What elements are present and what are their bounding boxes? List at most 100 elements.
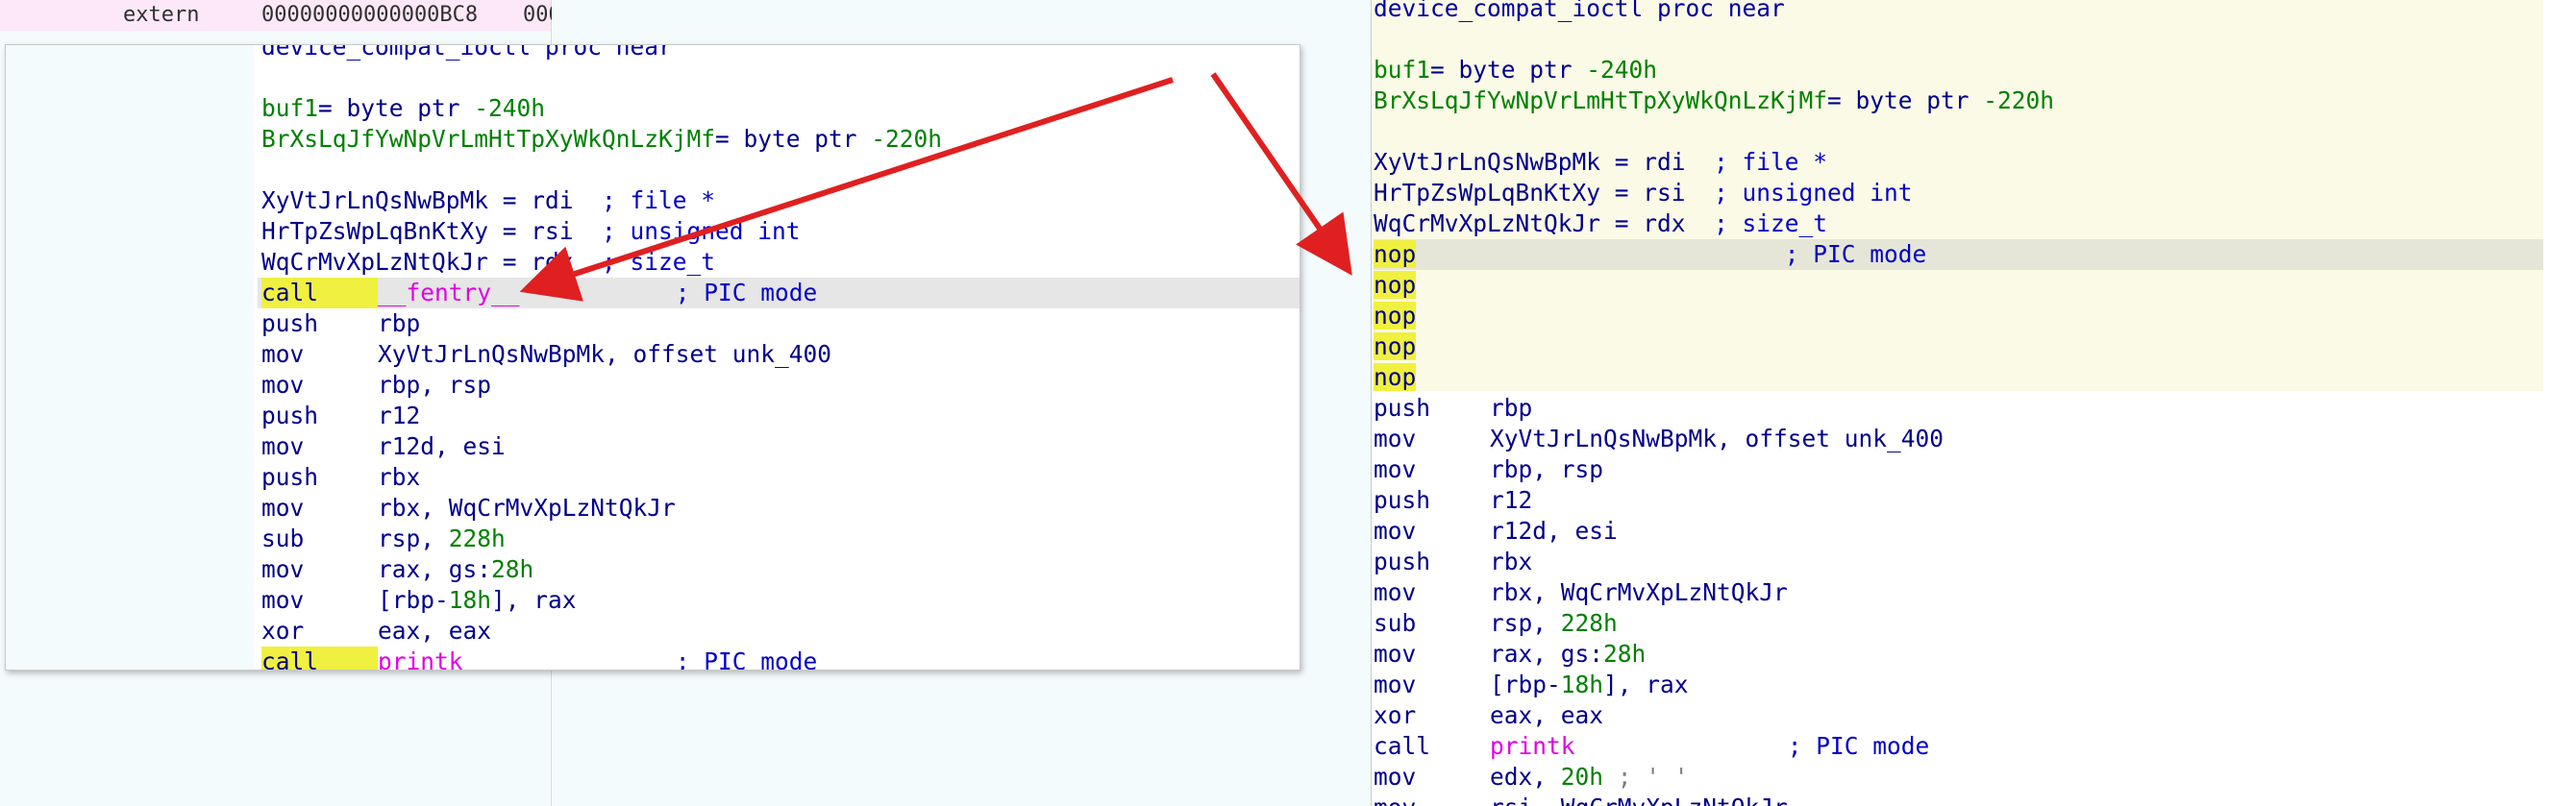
mnemonic: mov <box>1374 517 1417 545</box>
code-line[interactable]: mov rbx, WqCrMvXpLzNtQkJr <box>1374 577 2543 608</box>
code-line[interactable]: HrTpZsWpLqBnKtXy = rsi ; unsigned int <box>258 216 1300 247</box>
mnemonic: mov <box>1374 671 1417 698</box>
operand: rsp, <box>1490 609 1561 637</box>
mnemonic: mov <box>1374 455 1417 483</box>
code-line[interactable]: call __fentry__ ; PIC mode <box>258 278 1300 308</box>
operand: rbp <box>1490 394 1533 422</box>
code-line[interactable]: sub rsp, 228h <box>1374 608 2543 639</box>
mnemonic: xor <box>261 617 305 645</box>
code-line[interactable]: xor eax, eax <box>1374 700 2543 731</box>
operand: XyVtJrLnQsNwBpMk, offset unk_400 <box>1490 425 1944 452</box>
mnemonic: push <box>1374 548 1431 575</box>
code-line[interactable]: XyVtJrLnQsNwBpMk = rdi ; file * <box>1374 147 2543 178</box>
operand-tail: ], rax <box>491 586 577 614</box>
register-alias: HrTpZsWpLqBnKtXy = rsi <box>261 217 574 245</box>
mnemonic: mov <box>1374 640 1417 668</box>
code-line[interactable]: WqCrMvXpLzNtQkJr = rdx ; size_t <box>258 247 1300 278</box>
var-type: = byte ptr <box>1430 56 1587 84</box>
operand: rbx <box>378 463 421 491</box>
operand-number: 20h <box>1560 763 1604 791</box>
extern-kind: extern <box>123 3 200 27</box>
operand: [rbp- <box>378 586 449 614</box>
mnemonic: nop <box>1374 363 1417 391</box>
var-offset: -240h <box>474 94 546 122</box>
code-line[interactable]: device_compat_ioctl proc near <box>1374 0 2543 24</box>
var-name: buf1 <box>261 94 319 122</box>
code-line[interactable]: push rbp <box>1374 393 2543 424</box>
code-line[interactable]: xor eax, eax <box>258 616 1300 647</box>
var-offset: -240h <box>1586 56 1658 84</box>
code-line[interactable] <box>258 62 1300 93</box>
instruction-comment: ; PIC mode <box>675 647 818 671</box>
mnemonic: mov <box>1374 763 1417 791</box>
mnemonic: nop <box>1374 240 1417 268</box>
mnemonic: nop <box>1374 271 1417 299</box>
register-comment: ; unsigned int <box>1714 179 1913 207</box>
mnemonic: mov <box>261 371 305 399</box>
code-line[interactable]: buf1= byte ptr -240h <box>1374 55 2543 85</box>
code-line[interactable]: mov edx, 20h ; ' ' <box>1374 762 2543 793</box>
instruction-comment: ; PIC mode <box>1787 732 1930 760</box>
code-line[interactable]: push rbx <box>258 462 1300 493</box>
code-line[interactable]: WqCrMvXpLzNtQkJr = rdx ; size_t <box>1374 208 2543 239</box>
code-line[interactable]: call printk ; PIC mode <box>258 647 1300 671</box>
extern-row[interactable]: extern 00000000000000BC8 000 <box>0 0 561 31</box>
original-disassembly-popup[interactable]: device_compat_ioctl proc near buf1= byte… <box>5 44 1300 671</box>
code-line[interactable]: push rbx <box>1374 547 2543 577</box>
code-line[interactable]: nop <box>1374 331 2543 362</box>
code-line[interactable]: BrXsLqJfYwNpVrLmHtTpXyWkQnLzKjMf= byte p… <box>258 124 1300 155</box>
instruction-comment: ; PIC mode <box>675 279 818 306</box>
code-line[interactable]: mov XyVtJrLnQsNwBpMk, offset unk_400 <box>1374 424 2543 454</box>
operand: r12 <box>378 402 421 429</box>
code-line[interactable]: mov rax, gs:28h <box>258 554 1300 585</box>
code-line[interactable]: push r12 <box>1374 485 2543 516</box>
operand: rsi, WqCrMvXpLzNtQkJr <box>1490 794 1788 806</box>
register-comment: ; file * <box>1714 148 1828 176</box>
register-comment: ; unsigned int <box>602 217 801 245</box>
code-line[interactable]: mov rax, gs:28h <box>1374 639 2543 670</box>
code-line[interactable]: nop <box>1374 362 2543 393</box>
code-line[interactable]: call printk ; PIC mode <box>1374 731 2543 762</box>
mnemonic: mov <box>1374 793 1490 806</box>
operand: edx, <box>1490 763 1561 791</box>
mnemonic: push <box>261 309 319 337</box>
mnemonic: push <box>1374 394 1431 422</box>
operand: rbp <box>378 309 421 337</box>
called-function: __fentry__ <box>378 279 520 306</box>
code-line[interactable]: nop ; PIC mode <box>1374 239 2543 270</box>
operand: r12 <box>1490 486 1533 514</box>
called-function: printk <box>1490 732 1575 760</box>
register-alias: WqCrMvXpLzNtQkJr = rdx <box>261 248 574 276</box>
original-code-listing[interactable]: device_compat_ioctl proc near buf1= byte… <box>258 45 1300 671</box>
operand-number: 228h <box>448 525 506 552</box>
code-line[interactable]: push r12 <box>258 401 1300 431</box>
mnemonic: mov <box>261 432 305 460</box>
patched-disassembly-view[interactable]: device_compat_ioctl proc near buf1= byte… <box>1371 0 2576 806</box>
code-line[interactable] <box>1374 116 2543 147</box>
code-line[interactable]: mov r12d, esi <box>1374 516 2543 547</box>
operand: [rbp- <box>1490 671 1561 698</box>
code-line[interactable]: sub rsp, 228h <box>258 524 1300 554</box>
code-line[interactable]: nop <box>1374 301 2543 331</box>
code-line[interactable]: mov XyVtJrLnQsNwBpMk, offset unk_400 <box>258 339 1300 370</box>
code-line[interactable]: device_compat_ioctl proc near <box>258 45 1300 62</box>
code-line[interactable]: mov r12d, esi <box>258 431 1300 462</box>
code-line[interactable]: mov rbp, rsp <box>1374 454 2543 485</box>
code-line[interactable]: XyVtJrLnQsNwBpMk = rdi ; file * <box>258 185 1300 216</box>
code-line[interactable]: movrsi, WqCrMvXpLzNtQkJr <box>1374 793 2543 806</box>
code-line[interactable]: push rbp <box>258 308 1300 339</box>
code-line[interactable]: buf1= byte ptr -240h <box>258 93 1300 124</box>
code-line[interactable] <box>258 155 1300 185</box>
code-line[interactable]: BrXsLqJfYwNpVrLmHtTpXyWkQnLzKjMf= byte p… <box>1374 85 2543 116</box>
code-line[interactable]: mov rbp, rsp <box>258 370 1300 401</box>
patched-code-listing[interactable]: device_compat_ioctl proc near buf1= byte… <box>1374 0 2576 806</box>
popup-gutter <box>6 45 254 670</box>
code-line[interactable]: nop <box>1374 270 2543 301</box>
code-line[interactable]: mov [rbp-18h], rax <box>258 585 1300 616</box>
operand: rbp, rsp <box>378 371 492 399</box>
operand: r12d, esi <box>378 432 506 460</box>
code-line[interactable]: mov rbx, WqCrMvXpLzNtQkJr <box>258 493 1300 524</box>
code-line[interactable]: mov [rbp-18h], rax <box>1374 670 2543 700</box>
code-line[interactable] <box>1374 24 2543 55</box>
code-line[interactable]: HrTpZsWpLqBnKtXy = rsi ; unsigned int <box>1374 178 2543 208</box>
